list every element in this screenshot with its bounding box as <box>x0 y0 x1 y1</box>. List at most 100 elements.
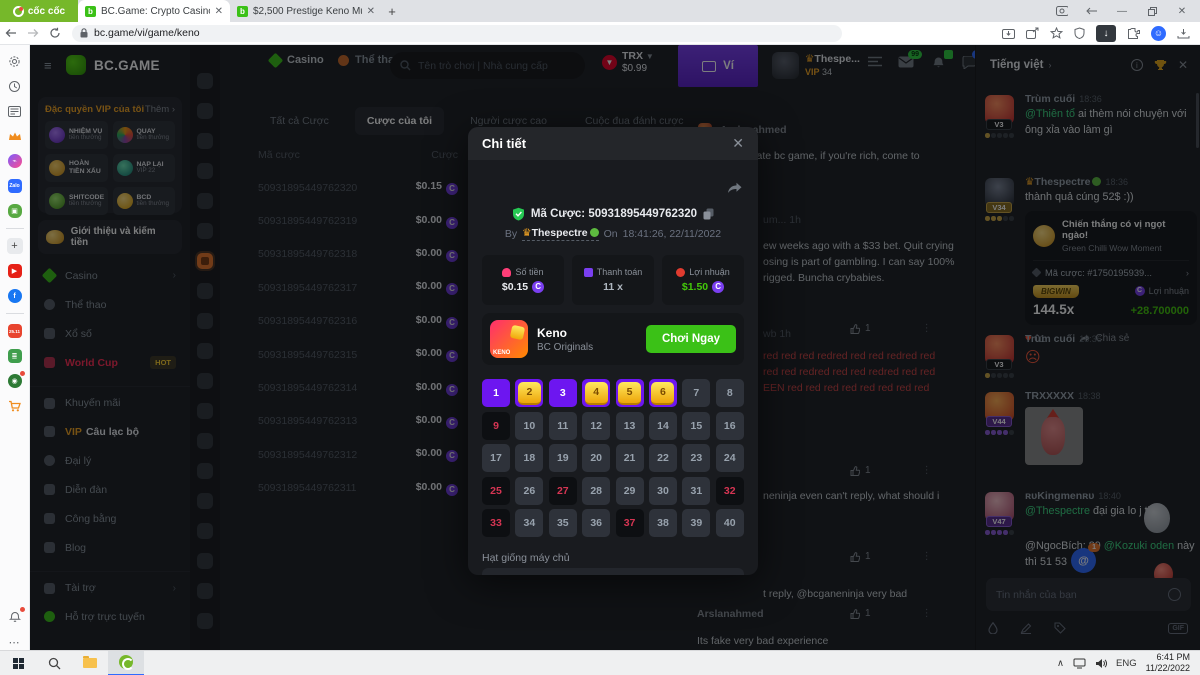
keno-tile[interactable]: 15 <box>682 412 710 440</box>
keno-tile-selected[interactable]: 3 <box>549 379 577 407</box>
keno-tile[interactable]: 38 <box>649 509 677 537</box>
history-icon[interactable] <box>7 78 23 94</box>
keyboard-language[interactable]: ENG <box>1116 658 1137 669</box>
keno-tile[interactable]: 14 <box>649 412 677 440</box>
keno-tile[interactable]: 11 <box>549 412 577 440</box>
keno-tile-hit[interactable]: 2 <box>515 379 543 407</box>
save-page-icon[interactable] <box>1002 27 1015 39</box>
keno-tile-hit[interactable]: 4 <box>582 379 610 407</box>
keno-tile[interactable]: 17 <box>482 444 510 472</box>
tab-list-icon[interactable] <box>1086 6 1098 16</box>
url-field[interactable]: bc.game/vi/game/keno <box>72 25 842 42</box>
keno-tile-drawn[interactable]: 32 <box>716 477 744 505</box>
keno-tile[interactable]: 28 <box>582 477 610 505</box>
modal-close-icon[interactable]: ✕ <box>732 135 744 152</box>
share-bet-icon[interactable] <box>727 182 742 194</box>
browser-profile-avatar[interactable]: ☺ <box>1151 26 1166 41</box>
coccoc-logo[interactable]: cốc cốc <box>0 0 78 22</box>
game-row: KENO Keno BC Originals Chơi Ngay <box>482 313 744 365</box>
windows-taskbar: ∧ ENG 6:41 PM11/22/2022 <box>0 650 1200 675</box>
tab-search-icon[interactable] <box>1056 6 1068 16</box>
forward-button[interactable] <box>22 28 44 38</box>
new-tab-button[interactable]: + <box>382 0 402 22</box>
keno-tile[interactable]: 39 <box>682 509 710 537</box>
messenger-icon[interactable]: ⌁ <box>7 153 23 169</box>
server-seed-label: Hạt giống máy chủ <box>482 552 570 564</box>
keno-tile[interactable]: 18 <box>515 444 543 472</box>
keno-tile-hit[interactable]: 5 <box>616 379 644 407</box>
game-name[interactable]: Keno <box>537 326 593 340</box>
bookmark-star-icon[interactable] <box>1050 27 1063 39</box>
keno-tile[interactable]: 19 <box>549 444 577 472</box>
start-button[interactable] <box>0 651 36 675</box>
keno-tile-drawn[interactable]: 33 <box>482 509 510 537</box>
keno-tile[interactable]: 34 <box>515 509 543 537</box>
tab-close-icon[interactable]: ✕ <box>215 6 223 17</box>
tray-expand-icon[interactable]: ∧ <box>1057 658 1064 669</box>
notifications-bell-icon[interactable] <box>7 609 23 625</box>
keno-tile[interactable]: 40 <box>716 509 744 537</box>
games-gamepad-icon[interactable]: ▣ <box>7 203 23 219</box>
keno-tile[interactable]: 8 <box>716 379 744 407</box>
bcgame-favicon: b <box>85 6 96 17</box>
keno-tile-drawn[interactable]: 37 <box>616 509 644 537</box>
copy-icon[interactable] <box>703 208 714 220</box>
tab-close-icon[interactable]: ✕ <box>367 6 375 17</box>
volume-icon[interactable] <box>1095 658 1107 669</box>
bet-user-link[interactable]: ♛Thespectre <box>522 227 598 241</box>
keno-tile[interactable]: 22 <box>649 444 677 472</box>
taskbar-search-button[interactable] <box>36 651 72 675</box>
keno-tile[interactable]: 24 <box>716 444 744 472</box>
keno-tile[interactable]: 7 <box>682 379 710 407</box>
sale-2511-icon[interactable]: 25.11 <box>7 323 23 339</box>
keno-tile-drawn[interactable]: 25 <box>482 477 510 505</box>
server-seed-field[interactable]: Hạt Giống vẫn chưa được tiết lộ <box>482 568 744 575</box>
keno-tile[interactable]: 20 <box>582 444 610 472</box>
reload-button[interactable] <box>44 27 66 39</box>
share-page-icon[interactable] <box>1026 27 1039 39</box>
keno-tile-drawn[interactable]: 27 <box>549 477 577 505</box>
keno-tile[interactable]: 16 <box>716 412 744 440</box>
add-shortcut-icon[interactable]: + <box>7 238 23 254</box>
adblock-shield-icon[interactable] <box>1074 27 1085 39</box>
keno-tile[interactable]: 10 <box>515 412 543 440</box>
more-options-icon[interactable]: ⋯ <box>7 634 23 650</box>
browser-tab-2[interactable]: b $2,500 Prestige Keno Multipl ✕ <box>230 0 382 22</box>
browser-tab-1[interactable]: b BC.Game: Crypto Casino Gam ✕ <box>78 0 230 22</box>
taskbar-clock[interactable]: 6:41 PM11/22/2022 <box>1146 652 1190 675</box>
settings-gear-icon[interactable] <box>7 53 23 69</box>
window-minimize-button[interactable]: — <box>1116 6 1128 16</box>
keno-tile-hit[interactable]: 6 <box>649 379 677 407</box>
keno-tile[interactable]: 26 <box>515 477 543 505</box>
keno-tile[interactable]: 29 <box>616 477 644 505</box>
file-explorer-button[interactable] <box>72 651 108 675</box>
shopping-cart-icon[interactable] <box>7 398 23 414</box>
newsfeed-icon[interactable] <box>7 103 23 119</box>
notes-clipboard-icon[interactable]: ≣ <box>7 348 23 364</box>
keno-tile[interactable]: 23 <box>682 444 710 472</box>
keno-tile[interactable]: 13 <box>616 412 644 440</box>
zalo-icon[interactable]: Zalo <box>7 178 23 194</box>
downloads-tray-icon[interactable] <box>1177 28 1190 39</box>
network-icon[interactable] <box>1073 658 1086 669</box>
soccer-scores-icon[interactable]: ◉ <box>7 373 23 389</box>
youtube-icon[interactable]: ▶ <box>7 263 23 279</box>
window-maximize-button[interactable] <box>1146 6 1158 16</box>
extensions-puzzle-icon[interactable] <box>1127 27 1140 39</box>
facebook-icon[interactable]: f <box>7 288 23 304</box>
play-now-button[interactable]: Chơi Ngay <box>646 325 736 353</box>
keno-tile[interactable]: 31 <box>682 477 710 505</box>
keno-game-thumbnail[interactable]: KENO <box>490 320 528 358</box>
keno-tile-drawn[interactable]: 9 <box>482 412 510 440</box>
keno-tile[interactable]: 30 <box>649 477 677 505</box>
keno-tile[interactable]: 12 <box>582 412 610 440</box>
download-active-icon[interactable]: ↓ <box>1096 25 1116 42</box>
window-close-button[interactable]: ✕ <box>1176 6 1188 16</box>
keno-tile[interactable]: 36 <box>582 509 610 537</box>
vip-crown-icon[interactable] <box>7 128 23 144</box>
back-button[interactable] <box>0 28 22 38</box>
keno-tile-selected[interactable]: 1 <box>482 379 510 407</box>
keno-tile[interactable]: 21 <box>616 444 644 472</box>
coccoc-taskbar-button[interactable] <box>108 651 144 675</box>
keno-tile[interactable]: 35 <box>549 509 577 537</box>
